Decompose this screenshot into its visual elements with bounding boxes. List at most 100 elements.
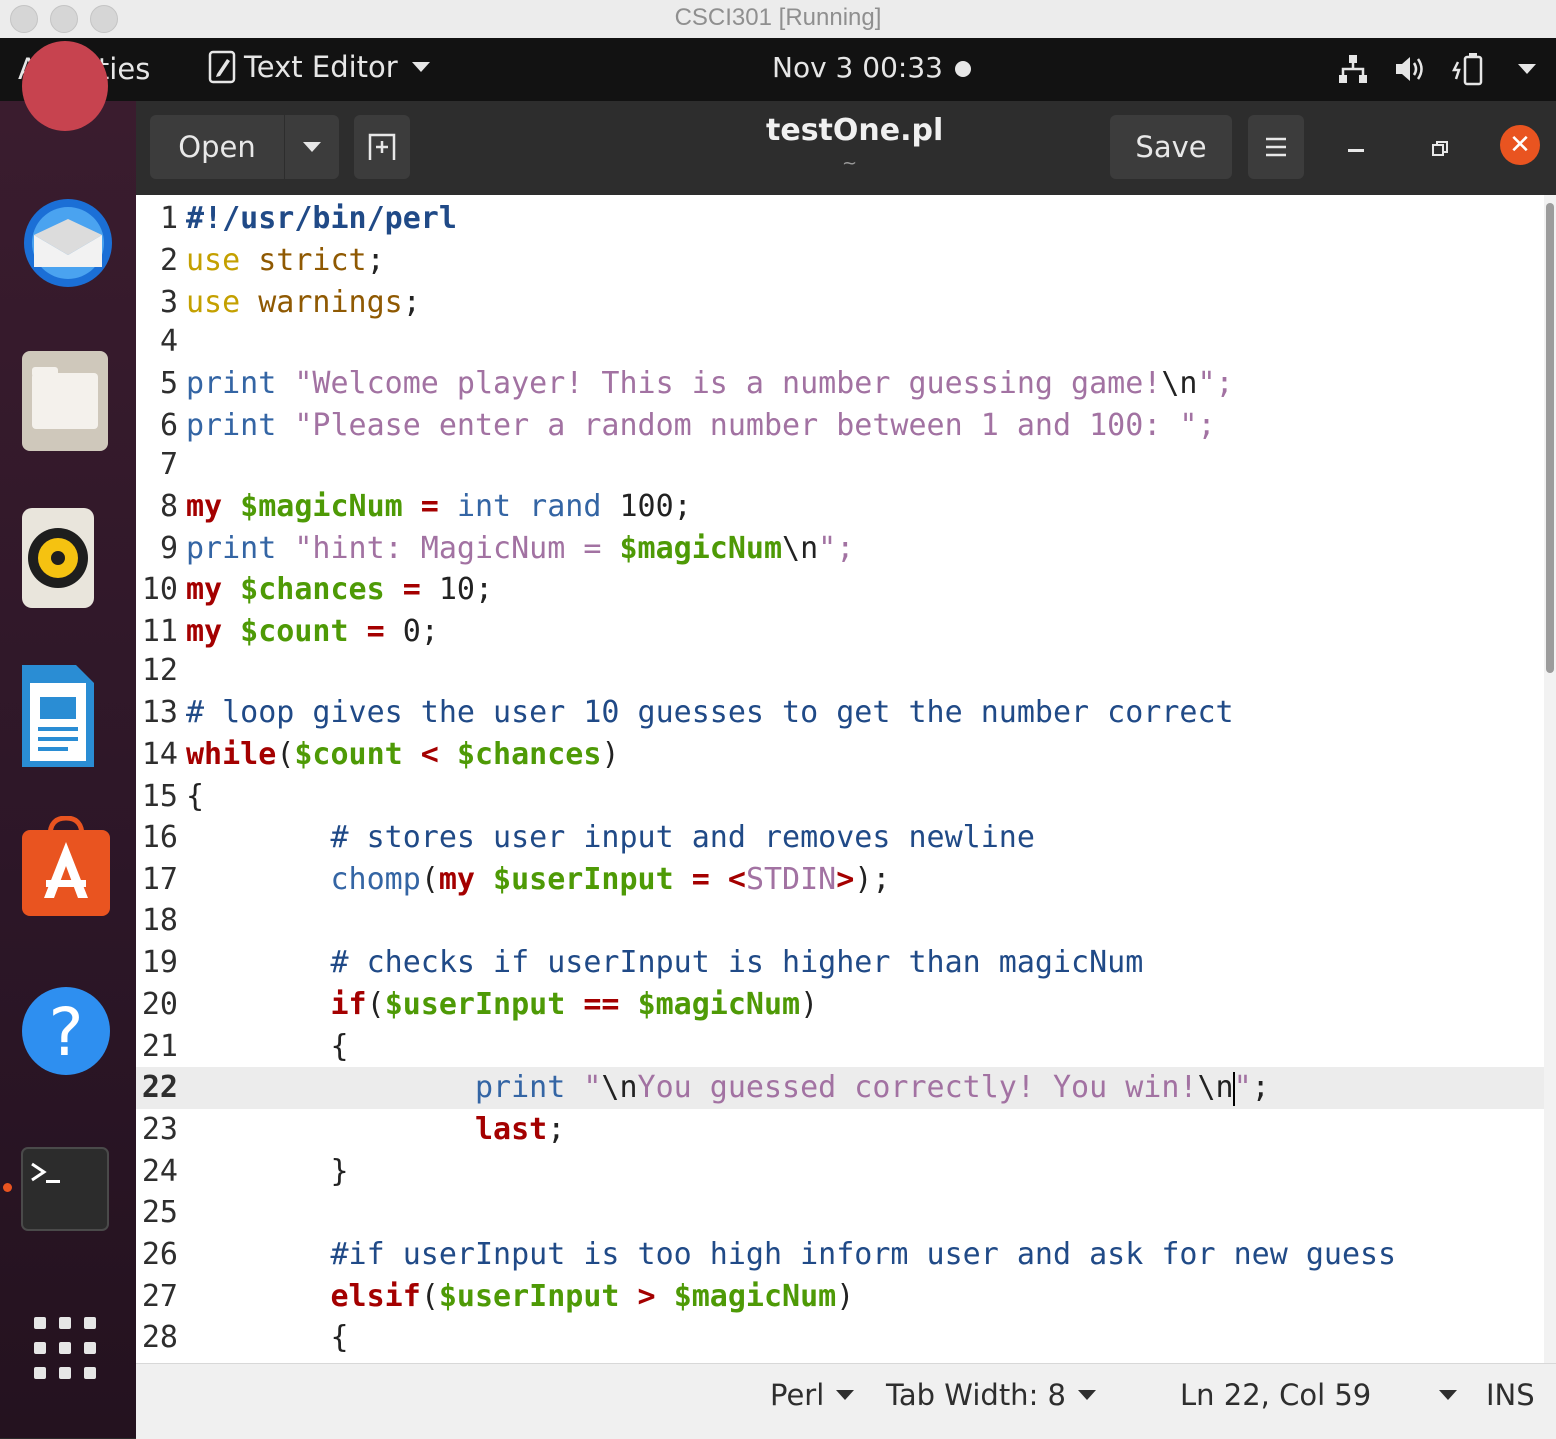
line-number: 19 xyxy=(141,945,178,980)
code-token: STDIN xyxy=(745,862,837,897)
software-center-icon[interactable] xyxy=(20,815,110,916)
files-icon[interactable] xyxy=(20,349,110,451)
menu-icon xyxy=(1266,137,1286,157)
line-number: 3 xyxy=(159,285,178,320)
code-token: $count xyxy=(294,737,403,772)
code-line: 5 print "Welcome player! This is a number… xyxy=(136,363,1544,405)
code-line: 17 chomp(my $userInput = <STDIN>); xyxy=(136,859,1544,901)
line-number: 27 xyxy=(141,1279,178,1314)
new-tab-button[interactable] xyxy=(354,115,410,179)
minimize-icon[interactable] xyxy=(1348,149,1364,152)
code-token: " xyxy=(1233,1070,1252,1105)
code-line: 24 } xyxy=(136,1151,1544,1193)
editor-scrollbar[interactable] xyxy=(1544,195,1556,1363)
app-menu-label: Text Editor xyxy=(244,50,398,84)
line-number: 17 xyxy=(141,862,178,897)
new-document-icon xyxy=(368,133,396,160)
code-token: < xyxy=(727,862,746,897)
code-token: ( xyxy=(366,987,385,1022)
language-selector[interactable]: Perl xyxy=(770,1378,855,1412)
code-token: ; xyxy=(1251,1070,1270,1105)
code-token: strict xyxy=(240,243,367,278)
code-line: 15{ xyxy=(136,776,1544,818)
scrollbar-thumb[interactable] xyxy=(1546,203,1554,673)
line-number: 18 xyxy=(141,903,178,938)
code-line: 11 my $count = 0; xyxy=(136,611,1544,653)
code-token: "Welcome player! This is a number guessi… xyxy=(276,366,1162,401)
code-token: $chances xyxy=(222,572,385,607)
code-token: = xyxy=(348,614,403,649)
code-token: my xyxy=(438,862,475,897)
help-icon[interactable]: ? xyxy=(20,979,110,1075)
document-path: ~ xyxy=(842,153,858,174)
show-apps-icon[interactable] xyxy=(30,1313,120,1403)
tab-width-label: Tab Width: 8 xyxy=(886,1378,1067,1412)
code-editor[interactable]: 1 #!/usr/bin/perl 2 use strict; 3 use warni… xyxy=(136,195,1544,1363)
code-token: $userInput xyxy=(438,1279,620,1314)
cursor-position-selector[interactable]: Ln 22, Col 59 xyxy=(1180,1378,1458,1412)
code-line: 20 if($userInput == $magicNum) xyxy=(136,984,1544,1026)
code-token: == xyxy=(565,987,638,1022)
code-token: $magicNum xyxy=(673,1279,837,1314)
code-token: = xyxy=(384,572,439,607)
close-icon[interactable]: ✕ xyxy=(1500,125,1540,165)
editor-headerbar: Open testOne.pl ~ Save ✕ xyxy=(136,101,1556,195)
code-token: > xyxy=(619,1279,674,1314)
rhythmbox-icon[interactable] xyxy=(20,506,110,608)
open-dropdown-button[interactable] xyxy=(285,115,339,179)
code-line: 13 # loop gives the user 10 guesses to ge… xyxy=(136,692,1544,734)
network-icon xyxy=(1339,55,1367,83)
code-token: "; xyxy=(1179,408,1216,443)
code-token: use xyxy=(186,285,241,320)
code-token: 10; xyxy=(438,572,494,607)
open-button[interactable]: Open xyxy=(150,115,284,179)
system-tray[interactable] xyxy=(1338,52,1536,86)
save-button[interactable]: Save xyxy=(1110,115,1232,179)
app-menu[interactable]: Text Editor xyxy=(208,50,430,84)
code-token: print xyxy=(186,1070,566,1105)
code-token: \n xyxy=(1197,1070,1234,1105)
terminal-icon[interactable] xyxy=(20,1146,110,1236)
ubuntu-top-bar: Activities Text Editor Nov 3 00:33 xyxy=(0,38,1556,101)
restore-icon[interactable] xyxy=(1432,141,1448,161)
line-number: 15 xyxy=(141,779,178,814)
code-token: > xyxy=(836,862,855,897)
code-token: \n xyxy=(782,531,819,566)
dock-partial-icon[interactable] xyxy=(22,41,108,131)
vm-window-title: CSCI301 [Running] xyxy=(674,4,882,31)
code-token: print xyxy=(186,531,277,566)
code-token: print xyxy=(186,366,277,401)
libreoffice-impress-icon[interactable] xyxy=(20,663,110,767)
chevron-down-icon xyxy=(411,62,430,72)
line-number: 26 xyxy=(141,1237,178,1272)
line-number: 11 xyxy=(141,614,178,649)
hamburger-menu-button[interactable] xyxy=(1248,115,1304,179)
thunderbird-icon[interactable] xyxy=(20,189,112,287)
code-token: # checks if userInput is higher than mag… xyxy=(186,945,1144,980)
code-line: 12 xyxy=(136,650,1544,692)
code-line-current: 22 print "\nYou guessed correctly! You w… xyxy=(136,1067,1544,1109)
code-line: 3 use warnings; xyxy=(136,282,1544,324)
line-number: 24 xyxy=(141,1154,178,1189)
line-number: 14 xyxy=(141,737,178,772)
line-number: 2 xyxy=(159,243,178,278)
insert-mode-indicator[interactable]: INS xyxy=(1486,1378,1535,1412)
code-token: int rand xyxy=(456,489,602,524)
code-token: $magicNum xyxy=(222,489,403,524)
clock[interactable]: Nov 3 00:33 xyxy=(772,51,943,84)
text-editor-icon xyxy=(208,50,236,84)
code-line: 19 # checks if userInput is higher than … xyxy=(136,942,1544,984)
code-line: 28 { xyxy=(136,1317,1544,1359)
tab-width-selector[interactable]: Tab Width: 8 xyxy=(886,1378,1097,1412)
code-token: ); xyxy=(854,862,891,897)
code-token: if xyxy=(186,987,367,1022)
code-line: 1 #!/usr/bin/perl xyxy=(136,198,1544,240)
line-number: 12 xyxy=(141,653,178,688)
code-line: 7 xyxy=(136,444,1544,486)
vm-window-titlebar: CSCI301 [Running] xyxy=(0,0,1556,39)
line-number: 10 xyxy=(141,572,178,607)
code-token: ; xyxy=(366,243,385,278)
code-token: = xyxy=(673,862,728,897)
code-token: ( xyxy=(276,737,295,772)
line-number: 22 xyxy=(141,1070,178,1105)
